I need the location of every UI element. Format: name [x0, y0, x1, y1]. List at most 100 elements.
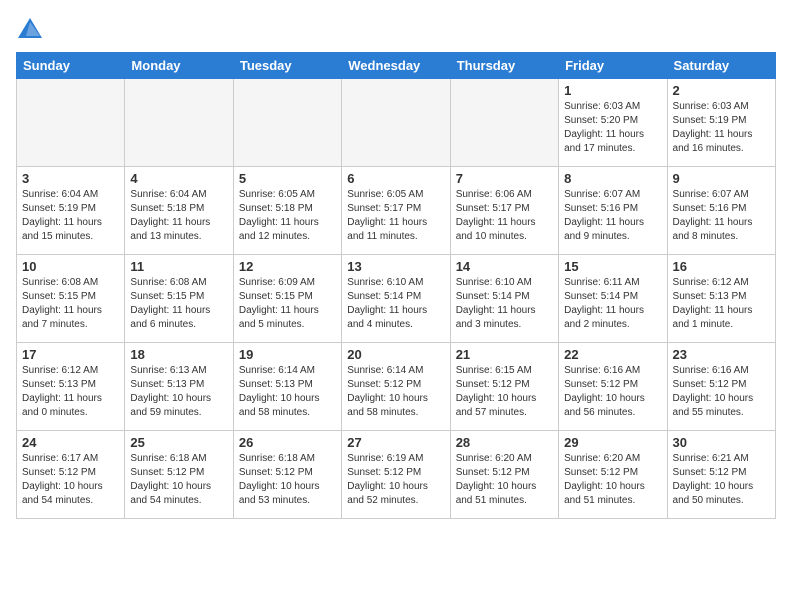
day-info: Sunrise: 6:03 AMSunset: 5:20 PMDaylight:… — [564, 100, 661, 156]
calendar-cell: 28 Sunrise: 6:20 AMSunset: 5:12 PMDayligh… — [450, 431, 558, 519]
day-number: 16 — [673, 259, 770, 274]
day-number: 9 — [673, 171, 770, 186]
day-number: 3 — [22, 171, 119, 186]
day-number: 2 — [673, 83, 770, 98]
day-number: 25 — [130, 435, 227, 450]
day-info: Sunrise: 6:14 AMSunset: 5:13 PMDaylight:… — [239, 364, 336, 420]
calendar-cell: 15 Sunrise: 6:11 AMSunset: 5:14 PMDayligh… — [559, 255, 667, 343]
calendar-cell: 16 Sunrise: 6:12 AMSunset: 5:13 PMDayligh… — [667, 255, 775, 343]
day-number: 18 — [130, 347, 227, 362]
day-number: 24 — [22, 435, 119, 450]
week-row-1: 1 Sunrise: 6:03 AMSunset: 5:20 PMDaylight… — [17, 79, 776, 167]
day-info: Sunrise: 6:18 AMSunset: 5:12 PMDaylight:… — [130, 452, 227, 508]
day-info: Sunrise: 6:03 AMSunset: 5:19 PMDaylight:… — [673, 100, 770, 156]
day-info: Sunrise: 6:06 AMSunset: 5:17 PMDaylight:… — [456, 188, 553, 244]
day-info: Sunrise: 6:10 AMSunset: 5:14 PMDaylight:… — [347, 276, 444, 332]
calendar-cell: 22 Sunrise: 6:16 AMSunset: 5:12 PMDayligh… — [559, 343, 667, 431]
day-info: Sunrise: 6:16 AMSunset: 5:12 PMDaylight:… — [564, 364, 661, 420]
day-number: 14 — [456, 259, 553, 274]
day-info: Sunrise: 6:12 AMSunset: 5:13 PMDaylight:… — [22, 364, 119, 420]
logo — [16, 16, 46, 44]
calendar-cell — [125, 79, 233, 167]
day-info: Sunrise: 6:12 AMSunset: 5:13 PMDaylight:… — [673, 276, 770, 332]
day-number: 22 — [564, 347, 661, 362]
day-info: Sunrise: 6:04 AMSunset: 5:19 PMDaylight:… — [22, 188, 119, 244]
day-number: 26 — [239, 435, 336, 450]
day-info: Sunrise: 6:08 AMSunset: 5:15 PMDaylight:… — [22, 276, 119, 332]
day-info: Sunrise: 6:14 AMSunset: 5:12 PMDaylight:… — [347, 364, 444, 420]
day-info: Sunrise: 6:04 AMSunset: 5:18 PMDaylight:… — [130, 188, 227, 244]
calendar-cell: 29 Sunrise: 6:20 AMSunset: 5:12 PMDayligh… — [559, 431, 667, 519]
day-info: Sunrise: 6:07 AMSunset: 5:16 PMDaylight:… — [673, 188, 770, 244]
day-info: Sunrise: 6:11 AMSunset: 5:14 PMDaylight:… — [564, 276, 661, 332]
calendar-cell: 9 Sunrise: 6:07 AMSunset: 5:16 PMDaylight… — [667, 167, 775, 255]
page-header — [16, 16, 776, 44]
calendar-cell: 23Sunrise: 6:16 AMSunset: 5:12 PMDayligh… — [667, 343, 775, 431]
day-info: Sunrise: 6:21 AMSunset: 5:12 PMDaylight:… — [673, 452, 770, 508]
calendar-cell: 4 Sunrise: 6:04 AMSunset: 5:18 PMDaylight… — [125, 167, 233, 255]
calendar-cell: 30Sunrise: 6:21 AMSunset: 5:12 PMDayligh… — [667, 431, 775, 519]
day-info: Sunrise: 6:09 AMSunset: 5:15 PMDaylight:… — [239, 276, 336, 332]
day-info: Sunrise: 6:10 AMSunset: 5:14 PMDaylight:… — [456, 276, 553, 332]
day-number: 15 — [564, 259, 661, 274]
calendar-cell: 2 Sunrise: 6:03 AMSunset: 5:19 PMDaylight… — [667, 79, 775, 167]
calendar-table: SundayMondayTuesdayWednesdayThursdayFrid… — [16, 52, 776, 519]
calendar-cell: 25 Sunrise: 6:18 AMSunset: 5:12 PMDayligh… — [125, 431, 233, 519]
week-row-5: 24 Sunrise: 6:17 AMSunset: 5:12 PMDayligh… — [17, 431, 776, 519]
calendar-cell: 8 Sunrise: 6:07 AMSunset: 5:16 PMDaylight… — [559, 167, 667, 255]
calendar-cell: 19 Sunrise: 6:14 AMSunset: 5:13 PMDayligh… — [233, 343, 341, 431]
day-number: 19 — [239, 347, 336, 362]
calendar-cell: 20 Sunrise: 6:14 AMSunset: 5:12 PMDayligh… — [342, 343, 450, 431]
calendar-cell: 10 Sunrise: 6:08 AMSunset: 5:15 PMDayligh… — [17, 255, 125, 343]
day-info: Sunrise: 6:20 AMSunset: 5:12 PMDaylight:… — [564, 452, 661, 508]
calendar-cell: 27Sunrise: 6:19 AMSunset: 5:12 PMDayligh… — [342, 431, 450, 519]
calendar-cell: 26Sunrise: 6:18 AMSunset: 5:12 PMDayligh… — [233, 431, 341, 519]
day-number: 11 — [130, 259, 227, 274]
weekday-header-monday: Monday — [125, 53, 233, 79]
weekday-header-saturday: Saturday — [667, 53, 775, 79]
calendar-cell: 11 Sunrise: 6:08 AMSunset: 5:15 PMDayligh… — [125, 255, 233, 343]
calendar-cell: 6 Sunrise: 6:05 AMSunset: 5:17 PMDaylight… — [342, 167, 450, 255]
weekday-header-friday: Friday — [559, 53, 667, 79]
calendar-cell: 17 Sunrise: 6:12 AMSunset: 5:13 PMDayligh… — [17, 343, 125, 431]
calendar-cell: 13Sunrise: 6:10 AMSunset: 5:14 PMDayligh… — [342, 255, 450, 343]
day-info: Sunrise: 6:05 AMSunset: 5:18 PMDaylight:… — [239, 188, 336, 244]
week-row-3: 10 Sunrise: 6:08 AMSunset: 5:15 PMDayligh… — [17, 255, 776, 343]
calendar-cell — [233, 79, 341, 167]
day-number: 23 — [673, 347, 770, 362]
calendar-cell: 5 Sunrise: 6:05 AMSunset: 5:18 PMDaylight… — [233, 167, 341, 255]
day-info: Sunrise: 6:07 AMSunset: 5:16 PMDaylight:… — [564, 188, 661, 244]
calendar-cell: 7 Sunrise: 6:06 AMSunset: 5:17 PMDaylight… — [450, 167, 558, 255]
week-row-4: 17 Sunrise: 6:12 AMSunset: 5:13 PMDayligh… — [17, 343, 776, 431]
day-number: 20 — [347, 347, 444, 362]
calendar-cell: 1 Sunrise: 6:03 AMSunset: 5:20 PMDaylight… — [559, 79, 667, 167]
day-number: 21 — [456, 347, 553, 362]
day-number: 17 — [22, 347, 119, 362]
day-info: Sunrise: 6:08 AMSunset: 5:15 PMDaylight:… — [130, 276, 227, 332]
day-info: Sunrise: 6:05 AMSunset: 5:17 PMDaylight:… — [347, 188, 444, 244]
day-info: Sunrise: 6:19 AMSunset: 5:12 PMDaylight:… — [347, 452, 444, 508]
week-row-2: 3 Sunrise: 6:04 AMSunset: 5:19 PMDaylight… — [17, 167, 776, 255]
calendar-cell: 21 Sunrise: 6:15 AMSunset: 5:12 PMDayligh… — [450, 343, 558, 431]
day-number: 29 — [564, 435, 661, 450]
calendar-cell: 12 Sunrise: 6:09 AMSunset: 5:15 PMDayligh… — [233, 255, 341, 343]
calendar-cell — [17, 79, 125, 167]
day-number: 7 — [456, 171, 553, 186]
day-number: 10 — [22, 259, 119, 274]
calendar-cell: 24 Sunrise: 6:17 AMSunset: 5:12 PMDayligh… — [17, 431, 125, 519]
day-number: 6 — [347, 171, 444, 186]
day-number: 8 — [564, 171, 661, 186]
day-number: 1 — [564, 83, 661, 98]
calendar-cell — [450, 79, 558, 167]
day-number: 5 — [239, 171, 336, 186]
day-number: 4 — [130, 171, 227, 186]
day-info: Sunrise: 6:20 AMSunset: 5:12 PMDaylight:… — [456, 452, 553, 508]
calendar-cell: 3 Sunrise: 6:04 AMSunset: 5:19 PMDaylight… — [17, 167, 125, 255]
day-info: Sunrise: 6:15 AMSunset: 5:12 PMDaylight:… — [456, 364, 553, 420]
day-info: Sunrise: 6:17 AMSunset: 5:12 PMDaylight:… — [22, 452, 119, 508]
weekday-header-row: SundayMondayTuesdayWednesdayThursdayFrid… — [17, 53, 776, 79]
day-info: Sunrise: 6:13 AMSunset: 5:13 PMDaylight:… — [130, 364, 227, 420]
day-number: 12 — [239, 259, 336, 274]
logo-icon — [16, 16, 44, 44]
day-number: 28 — [456, 435, 553, 450]
